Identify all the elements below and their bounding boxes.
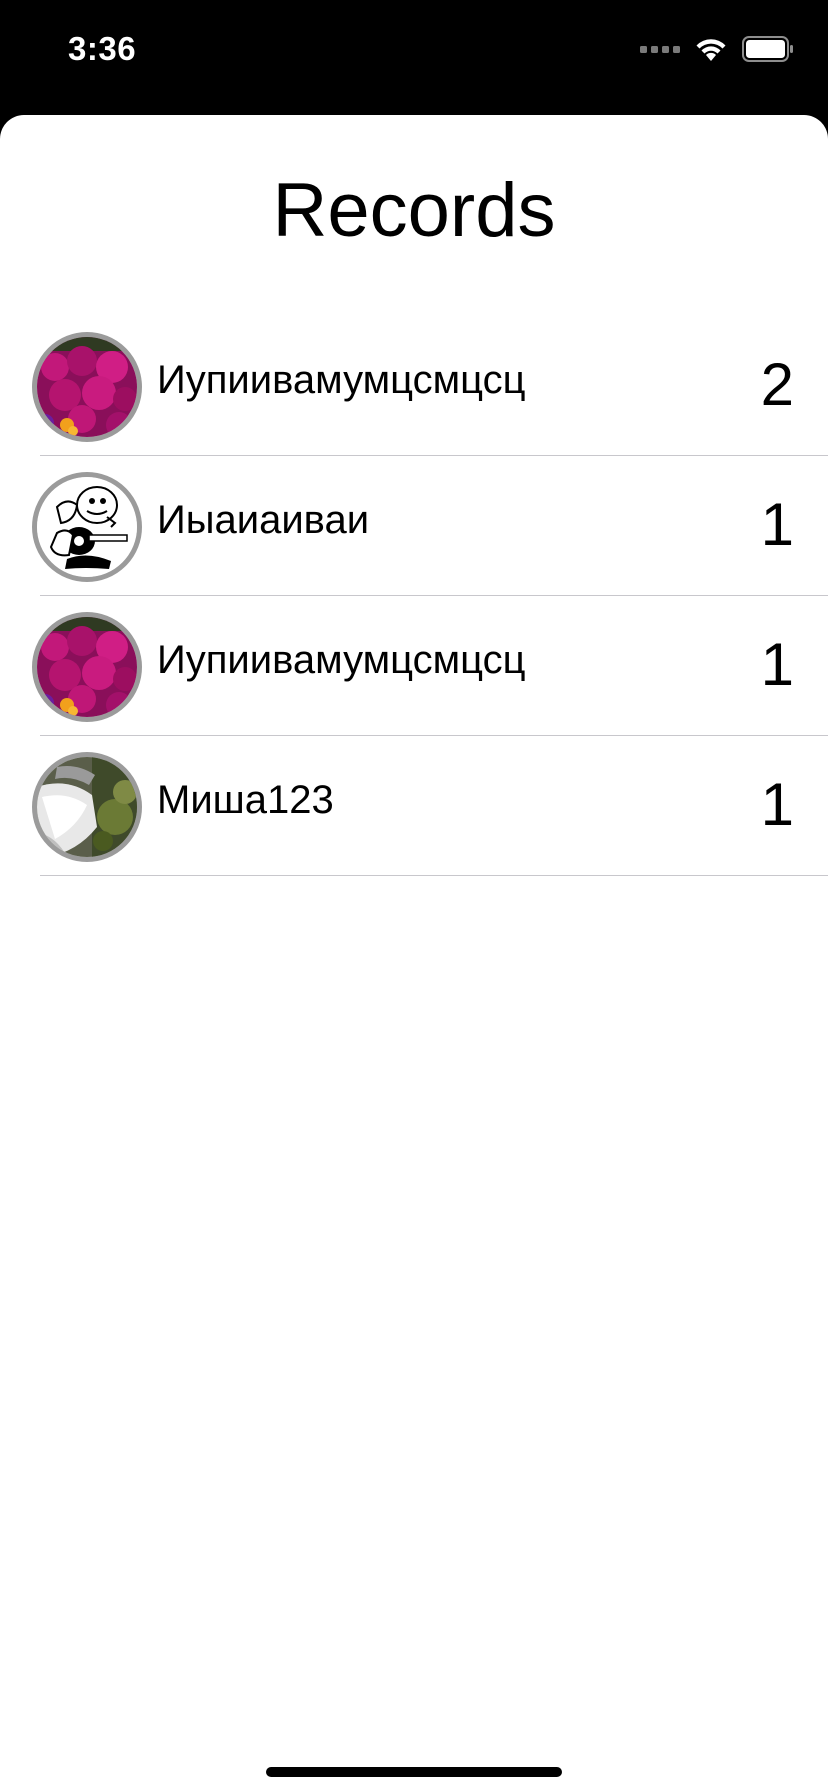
battery-icon [742,36,793,62]
records-sheet: Records Иупиивамумцсмцсц 2 Иыаиаиваи 1 И… [0,115,828,1792]
record-row[interactable]: Иупиивамумцсмцсц 1 [0,596,828,736]
records-list: Иупиивамумцсмцсц 2 Иыаиаиваи 1 Иупииваму… [0,316,828,876]
wifi-icon [696,39,726,61]
record-row[interactable]: Миша123 1 [0,736,828,876]
record-name: Миша123 [157,778,334,822]
avatar [32,752,142,862]
cellular-signal-icon [640,45,680,53]
record-score: 2 [760,351,794,418]
record-row[interactable]: Иыаиаиваи 1 [0,456,828,596]
record-name: Иупиивамумцсмцсц [157,358,526,402]
record-score: 1 [760,771,794,838]
record-score: 1 [760,491,794,558]
status-bar: 3:36 [0,0,828,115]
avatar [32,332,142,442]
record-row[interactable]: Иупиивамумцсмцсц 2 [0,316,828,456]
status-icons [640,36,794,62]
avatar [32,612,142,722]
status-time: 3:36 [68,30,137,67]
record-name: Иупиивамумцсмцсц [157,638,526,682]
avatar [32,472,142,582]
record-name: Иыаиаиваи [157,498,370,542]
home-indicator[interactable] [266,1767,562,1777]
page-title: Records [272,168,556,253]
record-score: 1 [760,631,794,698]
